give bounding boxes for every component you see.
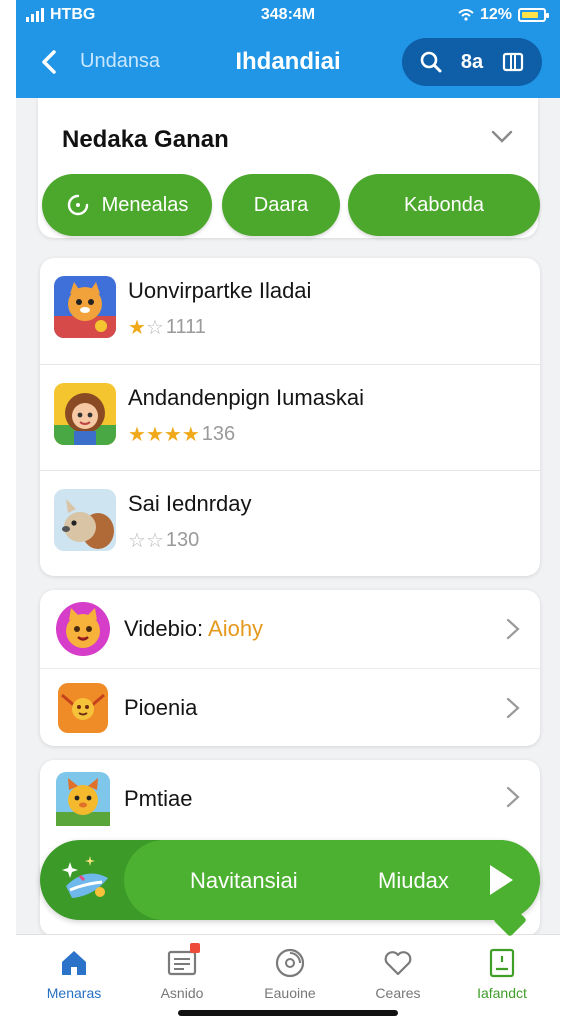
tab-label: Eauoine <box>264 985 316 1001</box>
tab-label: Menaras <box>46 985 102 1001</box>
battery-percent: 12% <box>479 6 512 23</box>
chip-menealas[interactable]: Menealas <box>42 174 212 236</box>
tab-iafandct[interactable]: Iafandct <box>448 935 556 1011</box>
pink-cat-icon <box>56 602 110 656</box>
home-icon <box>62 951 86 975</box>
search-button[interactable] <box>413 44 449 80</box>
fox-icon <box>56 772 110 826</box>
tab-asnido[interactable]: Asnido <box>128 935 236 1011</box>
star-empty-icon: ☆ <box>145 316 164 339</box>
tab-label: Asnido <box>160 985 204 1001</box>
section-title: Nedaka Ganan <box>62 126 229 153</box>
tab-label: Iafandct <box>477 985 527 1001</box>
tab-ceares[interactable]: Ceares <box>344 935 452 1011</box>
chip-label: Kabonda <box>403 193 485 216</box>
tab-eauoine[interactable]: Eauoine <box>236 935 344 1011</box>
rating: ☆ ☆ 130 <box>128 529 199 552</box>
nav-action-pill: 8a <box>402 38 542 86</box>
star-filled-icon: ★ <box>128 316 146 339</box>
app-list-card: Uonvirpartke Iladai ★ ☆ 1111 Andandenpig… <box>40 258 540 576</box>
columns-icon <box>503 52 524 72</box>
star-filled-icon: ★ <box>128 423 146 446</box>
chevron-down-icon[interactable] <box>490 128 514 146</box>
play-icon[interactable] <box>486 862 516 898</box>
app-title: Sai Iednrday <box>128 491 252 516</box>
chip-label: Daara <box>253 193 309 216</box>
orange-envelope-icon <box>58 683 108 733</box>
list-item[interactable]: Sai Iednrday ☆ ☆ 130 <box>40 470 540 576</box>
notification-badge <box>190 943 200 953</box>
spinner-icon <box>67 194 88 216</box>
tab-menaras[interactable]: Menaras <box>20 935 128 1011</box>
star-filled-icon: ★ <box>163 423 182 446</box>
pill-text-button[interactable]: 8a <box>454 44 490 80</box>
right-frame <box>560 0 576 1024</box>
app-title: Uonvirpartke Iladai <box>128 278 312 303</box>
rating-count: 1111 <box>165 316 206 338</box>
navigation-row: Undansa Ihdandiai 8a <box>16 36 560 88</box>
wifi-icon <box>458 9 474 21</box>
star-filled-icon: ★ <box>181 423 200 446</box>
cat-hero-icon <box>54 276 116 338</box>
menu-item-label: Pioenia <box>124 695 198 720</box>
menu-item[interactable]: Pmtiae <box>40 760 540 840</box>
star-empty-icon: ☆ <box>128 529 146 552</box>
rating: ★ ☆ 1111 <box>128 316 206 339</box>
menu-item-label: Pmtiae <box>124 786 193 811</box>
banner-left-text: Navitansiai <box>190 868 298 893</box>
sparkle-bird-icon <box>62 856 108 898</box>
squirrel-icon <box>54 489 116 551</box>
chip-daara[interactable]: Daara <box>222 174 340 236</box>
chip-label: Menealas <box>101 193 189 216</box>
heart-icon <box>384 951 412 976</box>
banner-right-text: Miudax <box>378 868 449 893</box>
left-frame <box>0 0 16 1024</box>
battery-icon <box>518 8 549 22</box>
list-item[interactable]: Andandenpign Iumaskai ★ ★ ★ ★ 136 <box>40 364 540 470</box>
disc-icon <box>275 948 305 978</box>
menu-item[interactable]: Videbio: Aiohy <box>40 590 540 668</box>
book-icon <box>489 948 515 978</box>
tab-label: Ceares <box>375 985 421 1001</box>
rating: ★ ★ ★ ★ 136 <box>128 423 235 446</box>
rating-count: 136 <box>201 423 236 445</box>
chip-kabonda[interactable]: Kabonda <box>348 174 540 236</box>
menu-label-text: Videbio: <box>124 616 204 641</box>
section-card: Nedaka Ganan Menealas Daara Kabonda <box>16 98 560 238</box>
chevron-right-icon <box>506 618 520 640</box>
menu-label-accent: Aiohy <box>208 616 264 641</box>
status-bar: HTBG 348:4M 12% <box>16 6 560 26</box>
girl-character-icon <box>54 383 116 445</box>
menu-item[interactable]: Pioenia <box>40 668 540 746</box>
star-empty-icon: ☆ <box>145 529 164 552</box>
search-icon <box>420 51 442 73</box>
app-title: Andandenpign Iumaskai <box>128 385 365 410</box>
chevron-right-icon <box>506 697 520 719</box>
menu-item-label: Videbio: Aiohy <box>124 616 263 642</box>
star-filled-icon: ★ <box>145 423 164 446</box>
chevron-right-icon <box>506 786 520 808</box>
promo-banner[interactable]: Navitansiai Miudax <box>40 840 540 937</box>
rating-count: 130 <box>165 529 200 551</box>
menu-card: Videbio: Aiohy Pioenia <box>40 590 540 746</box>
menu-button[interactable] <box>495 44 531 80</box>
list-item[interactable]: Uonvirpartke Iladai ★ ☆ 1111 <box>40 258 540 364</box>
top-app-bar: HTBG 348:4M 12% Undansa Ihdandiai 8a <box>16 0 560 98</box>
home-indicator[interactable] <box>178 1010 398 1016</box>
filter-chips: Menealas Daara Kabonda <box>42 174 540 236</box>
